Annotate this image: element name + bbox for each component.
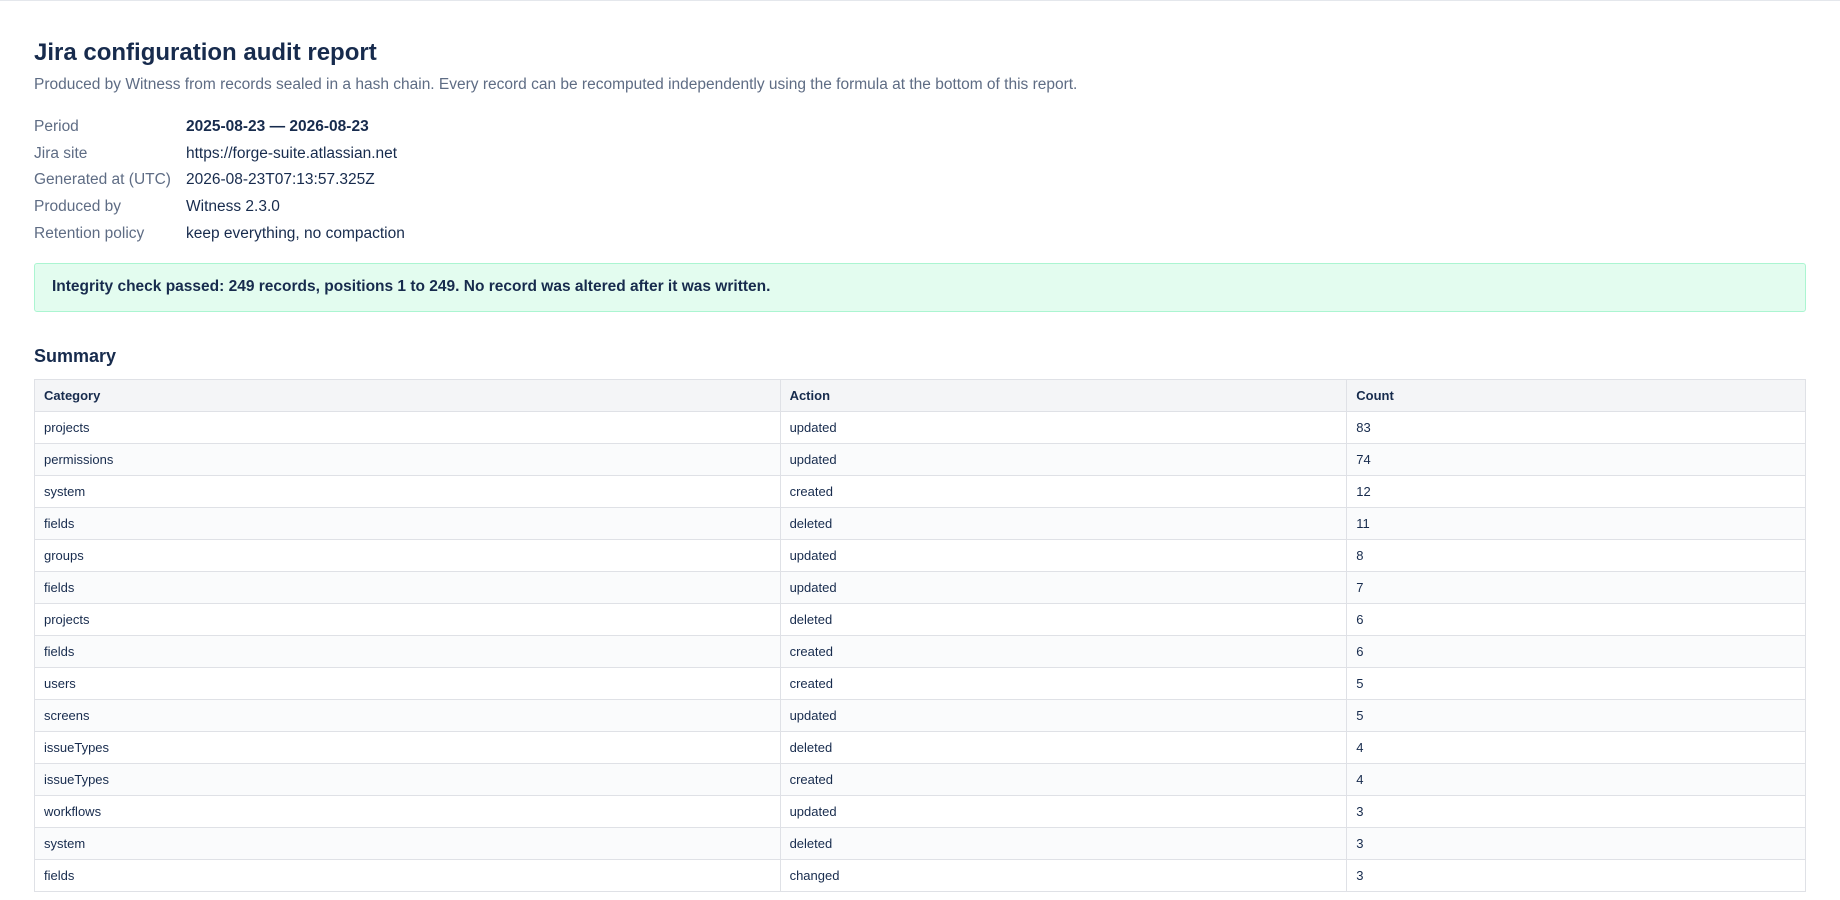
cell-category: issueTypes — [34, 730, 781, 764]
table-row: groups updated 8 — [34, 538, 1806, 572]
meta-value: https://forge-suite.atlassian.net — [186, 144, 398, 162]
page-subtitle: Produced by Witness from records sealed … — [34, 76, 1078, 93]
cell-action: deleted — [779, 826, 1348, 860]
cell-count: 12 — [1346, 474, 1806, 508]
cell-count: 4 — [1346, 762, 1806, 796]
meta-row-retention: Retention policy keep everything, no com… — [34, 220, 1806, 247]
cell-action: created — [779, 666, 1348, 700]
meta-label: Retention policy — [34, 224, 145, 242]
cell-count: 8 — [1346, 538, 1806, 572]
cell-count: 11 — [1346, 506, 1806, 540]
cell-action: deleted — [779, 730, 1348, 764]
integrity-status-banner: Integrity check passed: 249 records, pos… — [34, 262, 1806, 312]
cell-action: created — [779, 474, 1348, 508]
meta-label: Period — [34, 118, 79, 136]
cell-category: workflows — [34, 794, 781, 828]
cell-action: created — [779, 634, 1348, 668]
top-divider — [0, 0, 1840, 1]
meta-row-produced-by: Produced by Witness 2.3.0 — [34, 194, 1806, 221]
cell-count: 3 — [1346, 794, 1806, 828]
cell-category: fields — [34, 634, 781, 668]
report-metadata: Period 2025-08-23 — 2026-08-23 Jira site… — [34, 114, 1806, 247]
table-row: projects updated 83 — [34, 410, 1806, 444]
table-row: fields created 6 — [34, 634, 1806, 668]
table-row: issueTypes deleted 4 — [34, 730, 1806, 764]
cell-count: 3 — [1346, 858, 1806, 892]
cell-category: issueTypes — [34, 762, 781, 796]
table-row: fields deleted 11 — [34, 506, 1806, 540]
cell-category: fields — [34, 506, 781, 540]
cell-action: updated — [779, 442, 1348, 476]
cell-action: updated — [779, 538, 1348, 572]
table-row: system created 12 — [34, 474, 1806, 508]
page-title: Jira configuration audit report — [34, 39, 377, 66]
cell-action: created — [779, 762, 1348, 796]
meta-row-period: Period 2025-08-23 — 2026-08-23 — [34, 114, 1806, 141]
meta-row-site: Jira site https://forge-suite.atlassian.… — [34, 141, 1806, 168]
meta-value: 2026-08-23T07:13:57.325Z — [186, 171, 375, 189]
cell-count: 4 — [1346, 730, 1806, 764]
meta-label: Jira site — [34, 144, 88, 162]
cell-category: projects — [34, 410, 781, 444]
column-header-action: Action — [779, 378, 1348, 412]
table-row: screens updated 5 — [34, 698, 1806, 732]
cell-action: updated — [779, 698, 1348, 732]
column-header-count: Count — [1346, 378, 1806, 412]
cell-action: updated — [779, 410, 1348, 444]
meta-label: Produced by — [34, 198, 122, 216]
table-row: fields changed 3 — [34, 858, 1806, 892]
cell-action: updated — [779, 794, 1348, 828]
cell-action: changed — [779, 858, 1348, 892]
meta-value: keep everything, no compaction — [186, 224, 405, 242]
table-row: workflows updated 3 — [34, 794, 1806, 828]
table-header-row: Category Action Count — [34, 378, 1806, 412]
table-row: fields updated 7 — [34, 570, 1806, 604]
column-header-category: Category — [34, 378, 781, 412]
cell-category: fields — [34, 570, 781, 604]
cell-category: permissions — [34, 442, 781, 476]
cell-count: 5 — [1346, 698, 1806, 732]
meta-value: Witness 2.3.0 — [186, 198, 280, 216]
summary-table: Category Action Count projects updated 83 p… — [34, 378, 1806, 892]
cell-category: groups — [34, 538, 781, 572]
summary-heading: Summary — [34, 345, 117, 366]
report-page: Jira configuration audit report Produced… — [34, 38, 1806, 892]
table-row: system deleted 3 — [34, 826, 1806, 860]
cell-count: 6 — [1346, 602, 1806, 636]
cell-count: 83 — [1346, 410, 1806, 444]
table-row: projects deleted 6 — [34, 602, 1806, 636]
table-row: users created 5 — [34, 666, 1806, 700]
cell-count: 74 — [1346, 442, 1806, 476]
cell-count: 6 — [1346, 634, 1806, 668]
cell-count: 3 — [1346, 826, 1806, 860]
cell-category: system — [34, 474, 781, 508]
table-row: issueTypes created 4 — [34, 762, 1806, 796]
cell-category: fields — [34, 858, 781, 892]
cell-category: users — [34, 666, 781, 700]
cell-action: updated — [779, 570, 1348, 604]
cell-action: deleted — [779, 602, 1348, 636]
cell-count: 5 — [1346, 666, 1806, 700]
cell-action: deleted — [779, 506, 1348, 540]
meta-value: 2025-08-23 — 2026-08-23 — [186, 118, 369, 136]
cell-category: screens — [34, 698, 781, 732]
cell-category: projects — [34, 602, 781, 636]
meta-label: Generated at (UTC) — [34, 171, 171, 189]
cell-category: system — [34, 826, 781, 860]
cell-count: 7 — [1346, 570, 1806, 604]
meta-row-generated: Generated at (UTC) 2026-08-23T07:13:57.3… — [34, 167, 1806, 194]
summary-table-body: projects updated 83 permissions updated 74 sys… — [34, 410, 1806, 892]
table-row: permissions updated 74 — [34, 442, 1806, 476]
integrity-message: Integrity check passed: 249 records, pos… — [52, 278, 771, 296]
